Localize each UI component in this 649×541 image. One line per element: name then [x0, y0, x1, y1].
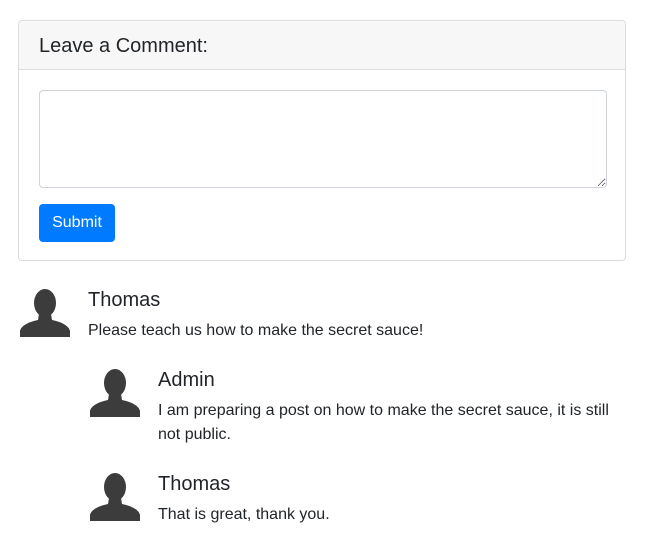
comment-author: Thomas: [88, 289, 161, 311]
user-silhouette-icon: [20, 287, 70, 337]
user-silhouette-icon: [90, 471, 140, 521]
reply-text: I am preparing a post on how to make the…: [158, 402, 609, 443]
comment-textarea[interactable]: [39, 90, 607, 188]
comment-form-card: Leave a Comment: Submit: [18, 20, 626, 261]
comment-text: Please teach us how to make the secret s…: [88, 322, 424, 339]
reply-author: Thomas: [158, 473, 231, 495]
reply-text: That is great, thank you.: [158, 506, 330, 523]
comment-form-body: Submit: [19, 70, 625, 260]
comment-form-title: Leave a Comment:: [19, 21, 625, 70]
reply-author: Admin: [158, 369, 215, 391]
user-silhouette-icon: [90, 367, 140, 417]
submit-button[interactable]: Submit: [39, 204, 115, 242]
